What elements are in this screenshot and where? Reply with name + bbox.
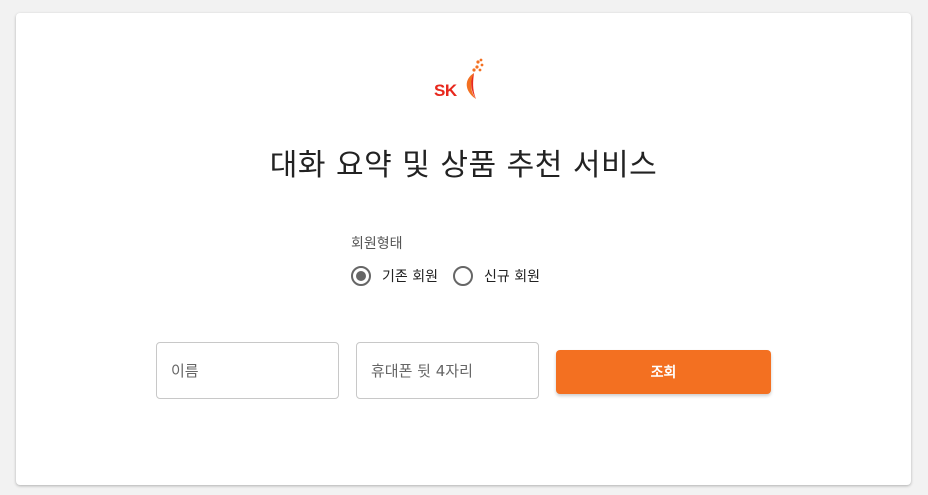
name-field-wrapper	[156, 342, 339, 399]
phone-last4-input[interactable]	[357, 343, 538, 398]
name-input[interactable]	[157, 343, 338, 398]
login-card: SK 대화 요약 및 상품 추천 서비스 회원형태 기존 회원 신규 회원 조회	[16, 13, 911, 485]
sk-logo-text: SK	[434, 81, 457, 100]
radio-checked-icon[interactable]	[351, 266, 371, 286]
radio-existing-member-label[interactable]: 기존 회원	[382, 266, 438, 286]
sk-butterfly-icon	[466, 58, 484, 99]
radio-existing-member[interactable]: 기존 회원	[351, 266, 438, 286]
radio-new-member-label[interactable]: 신규 회원	[484, 266, 540, 286]
member-type-label: 회원형태	[351, 236, 403, 252]
page-title: 대화 요약 및 상품 추천 서비스	[269, 148, 658, 183]
phone-field-wrapper	[356, 342, 539, 399]
sk-logo: SK	[434, 57, 494, 103]
radio-new-member[interactable]: 신규 회원	[452, 266, 540, 286]
radio-unchecked-icon[interactable]	[452, 266, 473, 286]
search-button[interactable]: 조회	[556, 350, 771, 394]
member-type-radio-group: 기존 회원 신규 회원	[351, 266, 555, 286]
